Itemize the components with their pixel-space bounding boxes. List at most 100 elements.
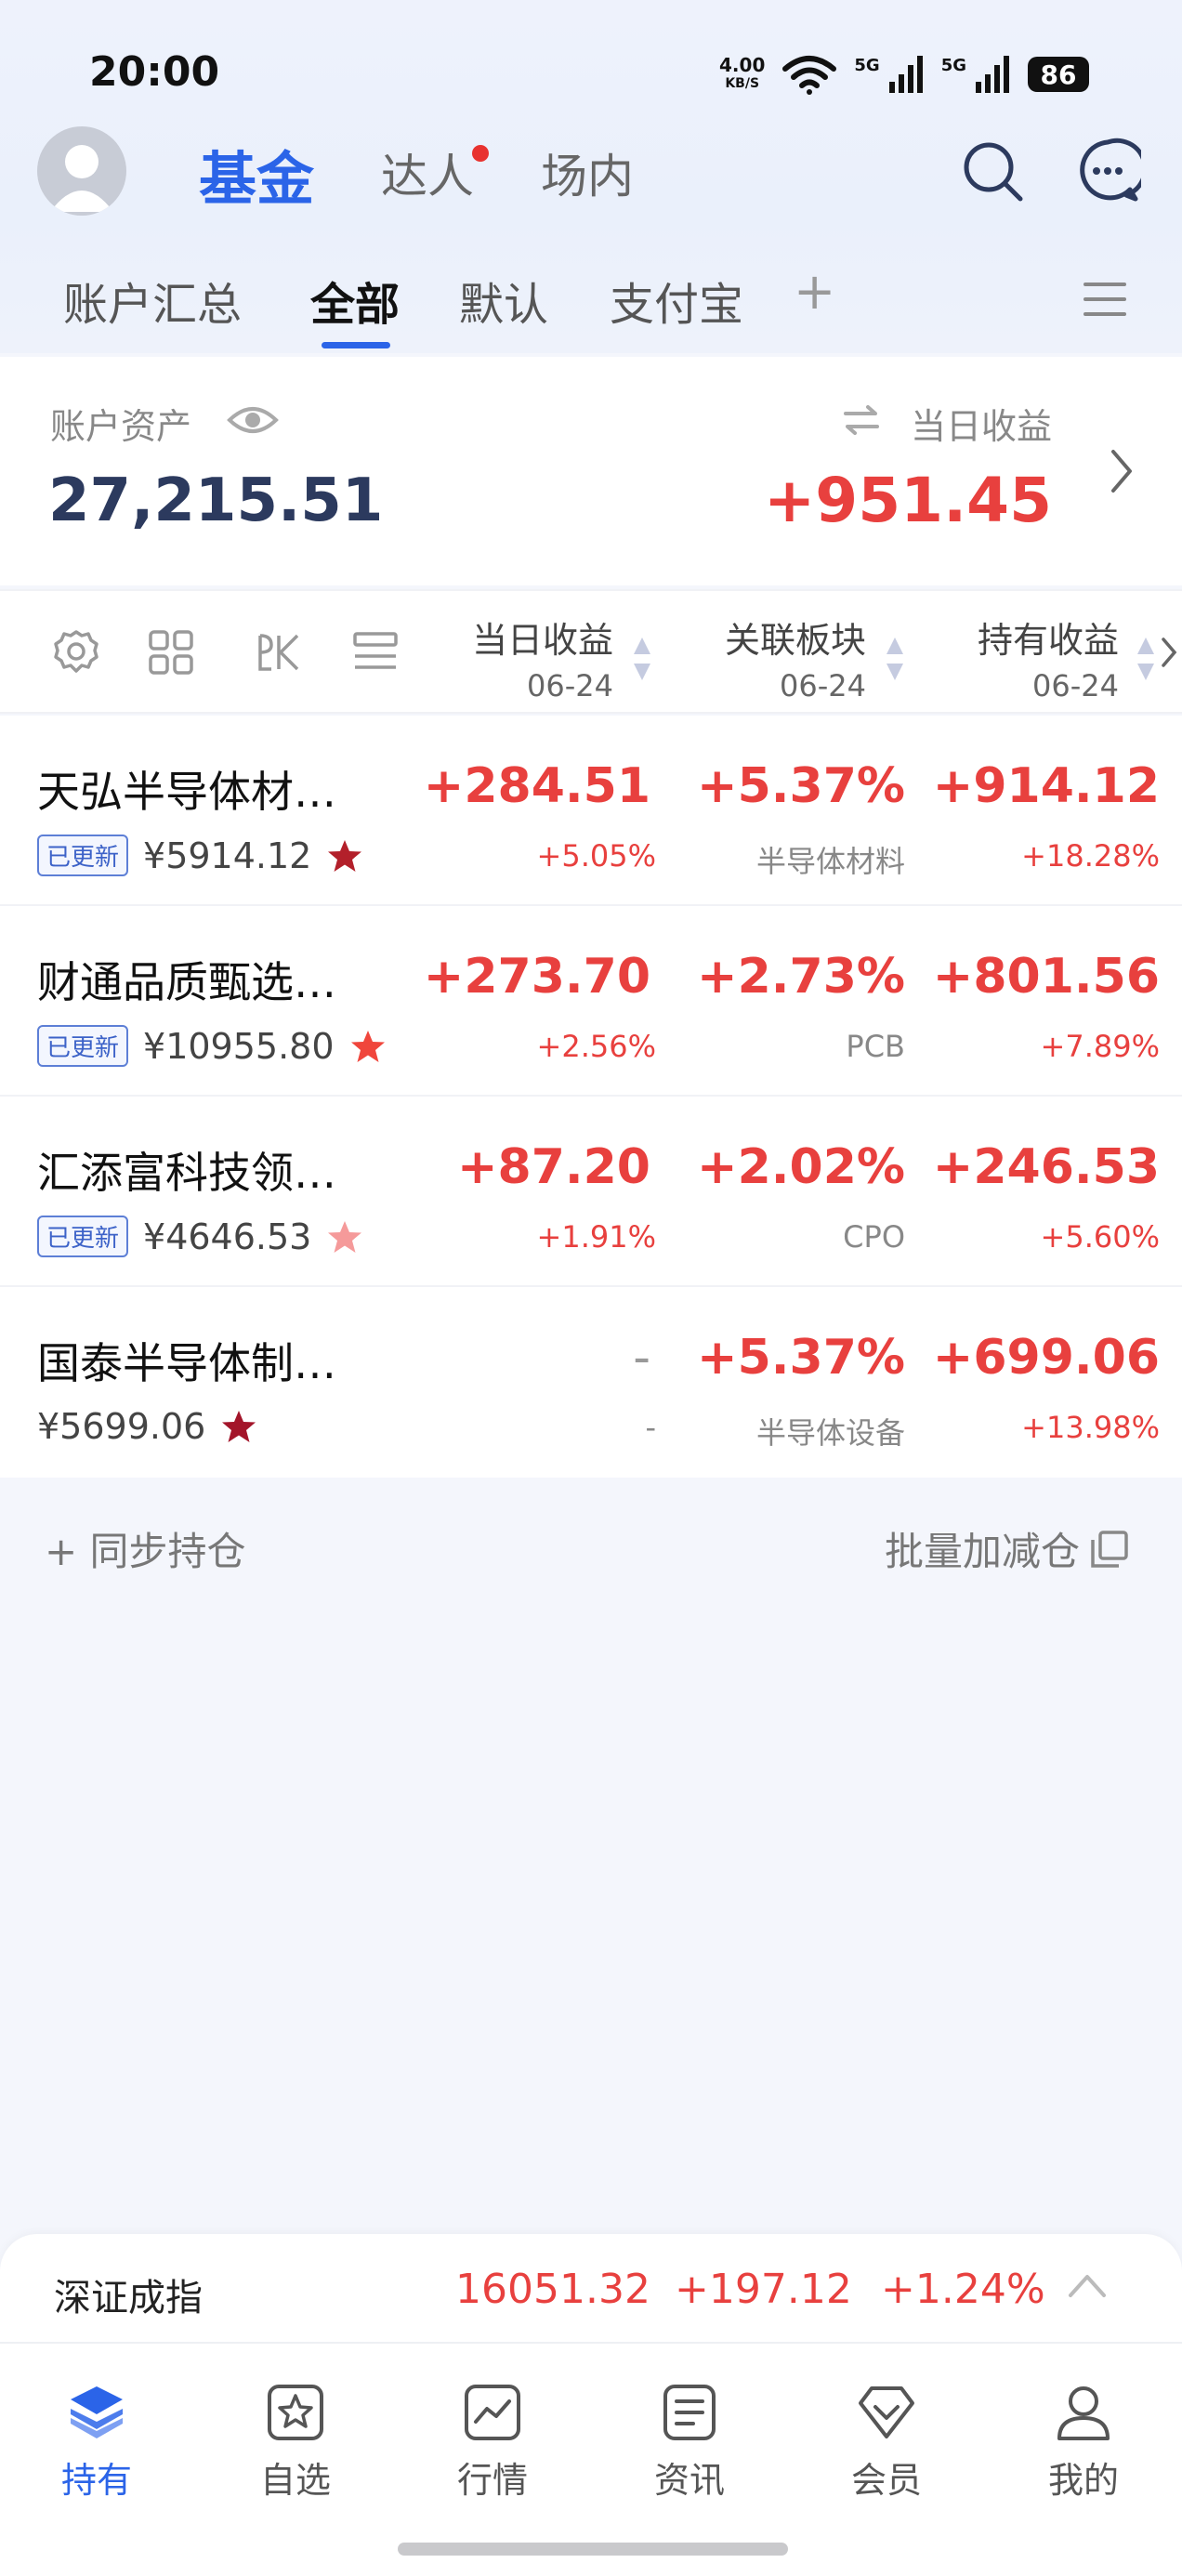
daily-profit-pct: - [645, 1410, 656, 1445]
eye-icon[interactable] [227, 403, 279, 437]
active-tab-indicator [322, 342, 390, 348]
nav-news[interactable]: 资讯 [615, 2381, 764, 2503]
tab-all[interactable]: 全部 [310, 268, 400, 333]
kline-icon[interactable] [253, 626, 305, 678]
tab-fund[interactable]: 基金 [199, 132, 314, 216]
fund-amount: ¥10955.80 [143, 1025, 335, 1067]
batch-adjust-label: 批量加减仓 [884, 1529, 1080, 1574]
sector-change: +2.73% [697, 949, 905, 1005]
person-icon [1057, 2386, 1110, 2440]
avatar[interactable] [37, 126, 126, 216]
menu-icon[interactable] [1082, 279, 1128, 320]
star-icon [328, 839, 362, 872]
swap-icon[interactable] [842, 403, 881, 437]
tab-default[interactable]: 默认 [459, 268, 548, 333]
search-icon[interactable] [959, 138, 1026, 204]
daily-profit: +284.51 [423, 758, 650, 814]
settings-icon[interactable] [50, 626, 102, 678]
chevron-up-icon[interactable] [1067, 2271, 1108, 2299]
holding-profit-pct: +18.28% [1021, 838, 1160, 874]
column-daily-profit[interactable]: 当日收益 06-24 [427, 611, 613, 703]
diamond-icon [859, 2386, 914, 2438]
column-date: 06-24 [780, 668, 866, 703]
message-icon[interactable] [1074, 138, 1141, 204]
sector-name: 半导体设备 [755, 1415, 905, 1451]
asset-summary-card[interactable]: 账户资产 27,215.51 当日收益 +951.45 [0, 357, 1182, 585]
star-box-icon [268, 2385, 323, 2440]
sim2-label: 5G [940, 55, 966, 75]
asset-value: 27,215.51 [48, 467, 384, 535]
tab-alipay[interactable]: 支付宝 [610, 268, 743, 333]
holding-profit: +246.53 [932, 1139, 1160, 1195]
fund-row[interactable]: 财通品质甄选… 已更新 ¥10955.80 +273.70 +2.56% +2.… [0, 906, 1182, 1097]
nav-mine[interactable]: 我的 [1009, 2381, 1158, 2503]
fund-row[interactable]: 汇添富科技领… 已更新 ¥4646.53 +87.20 +1.91% +2.02… [0, 1097, 1182, 1287]
fund-meta: 已更新 ¥5914.12 [37, 835, 363, 876]
sync-holdings-button[interactable]: + 同步持仓 [45, 1520, 246, 1577]
status-icons: 4.00 KB/S 5G 5G 86 [719, 52, 1089, 97]
sector-change: +5.37% [697, 758, 905, 814]
home-indicator[interactable] [398, 2543, 788, 2556]
index-change-pct: +1.24% [881, 2266, 1045, 2313]
asset-label: 账户资产 [50, 406, 192, 447]
nav-label: 行情 [456, 2460, 528, 2501]
nav-label: 我的 [1047, 2460, 1119, 2501]
layers-icon [71, 2386, 123, 2438]
network-speed: 4.00 KB/S [719, 56, 765, 93]
list-layout-icon[interactable] [349, 626, 401, 678]
nav-label: 持有 [60, 2460, 132, 2501]
nav-membership[interactable]: 会员 [812, 2381, 961, 2503]
sector-name: CPO [843, 1219, 905, 1255]
fund-meta: 已更新 ¥4646.53 [37, 1216, 363, 1257]
fund-meta: 已更新 ¥10955.80 [37, 1025, 387, 1067]
updated-badge: 已更新 [37, 1025, 129, 1067]
fund-name: 汇添富科技领… [37, 1148, 336, 1198]
grid-icon[interactable] [145, 626, 197, 678]
signal-icon [888, 56, 923, 93]
updated-badge: 已更新 [37, 835, 129, 876]
add-account-button[interactable]: + [794, 262, 835, 321]
tab-onfloor[interactable]: 场内 [541, 139, 634, 206]
fund-name: 国泰半导体制… [37, 1338, 336, 1388]
column-holding-profit[interactable]: 持有收益 06-24 [933, 611, 1119, 703]
fund-amount: ¥5699.06 [37, 1406, 206, 1447]
status-time: 20:00 [89, 48, 220, 96]
fund-meta: ¥5699.06 [37, 1406, 257, 1447]
holding-profit-pct: +13.98% [1021, 1410, 1160, 1445]
account-tabs: 账户汇总 全部 默认 支付宝 + [0, 260, 1182, 353]
nav-label: 资讯 [653, 2460, 725, 2501]
tab-account-summary[interactable]: 账户汇总 [63, 268, 242, 333]
nav-watchlist[interactable]: 自选 [221, 2381, 370, 2503]
fund-name: 财通品质甄选… [37, 957, 336, 1007]
sort-icon[interactable] [1136, 636, 1156, 682]
notification-dot [472, 145, 489, 162]
avatar-person-icon [50, 145, 113, 212]
sector-name: PCB [846, 1029, 905, 1064]
nav-market[interactable]: 行情 [418, 2381, 567, 2503]
network-speed-unit: KB/S [725, 76, 760, 91]
batch-adjust-button[interactable]: 批量加减仓 [885, 1520, 1130, 1577]
fund-amount: ¥4646.53 [143, 1216, 312, 1257]
holding-actions: + 同步持仓 批量加减仓 [0, 1487, 1182, 1608]
column-date: 06-24 [527, 668, 613, 703]
fund-row[interactable]: 国泰半导体制… ¥5699.06 - - +5.37% 半导体设备 +699.0… [0, 1287, 1182, 1478]
chevron-right-icon[interactable] [1110, 448, 1134, 494]
column-sector[interactable]: 关联板块 06-24 [680, 611, 866, 703]
index-value: 16051.32 [455, 2266, 650, 2313]
index-name: 深证成指 [54, 2277, 203, 2320]
holding-profit: +914.12 [932, 758, 1160, 814]
market-index-bar[interactable]: 深证成指 16051.32 +197.12 +1.24% [0, 2234, 1182, 2342]
fund-row[interactable]: 天弘半导体材… 已更新 ¥5914.12 +284.51 +5.05% +5.3… [0, 716, 1182, 906]
chevron-right-icon[interactable] [1160, 636, 1178, 669]
sort-icon[interactable] [885, 636, 905, 682]
nav-holdings[interactable]: 持有 [22, 2381, 171, 2503]
column-title: 关联板块 [724, 620, 866, 661]
holding-profit-pct: +5.60% [1040, 1219, 1160, 1255]
nav-label: 自选 [259, 2460, 331, 2501]
column-date: 06-24 [1032, 668, 1119, 703]
tab-expert[interactable]: 达人 [381, 139, 474, 206]
sector-name: 半导体材料 [755, 844, 905, 879]
sort-icon[interactable] [632, 636, 652, 682]
fund-amount: ¥5914.12 [143, 835, 312, 876]
daily-profit-pct: +2.56% [536, 1029, 656, 1064]
